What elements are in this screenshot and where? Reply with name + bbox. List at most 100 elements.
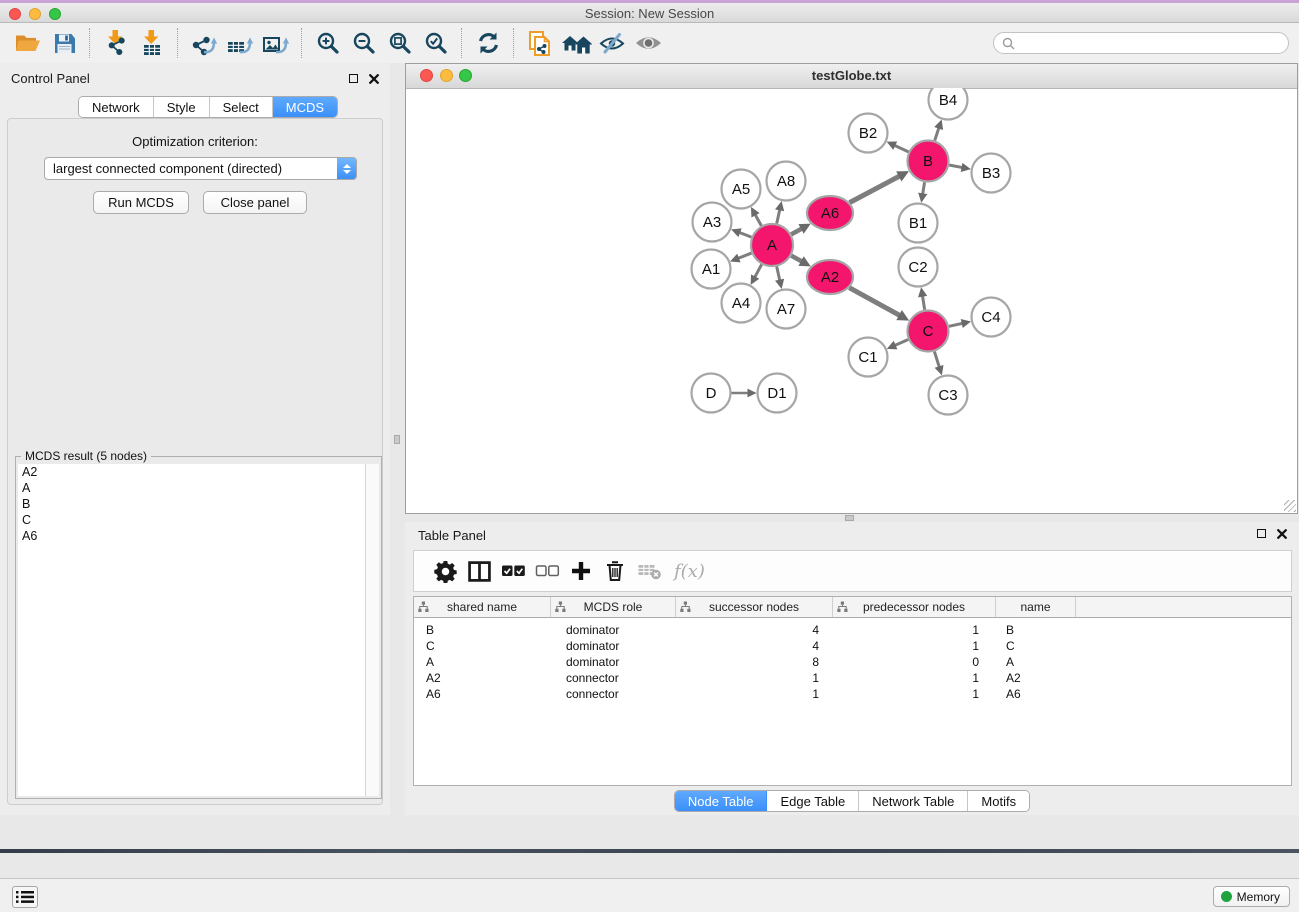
table-cell[interactable]: B bbox=[996, 623, 1076, 637]
save-session-button[interactable] bbox=[46, 27, 82, 59]
graph-node-C1[interactable]: C1 bbox=[849, 338, 888, 377]
graph-edge-A-A7[interactable] bbox=[775, 266, 784, 288]
result-scrollbar[interactable] bbox=[365, 464, 379, 796]
tab-mcds[interactable]: MCDS bbox=[273, 97, 337, 117]
memory-button[interactable]: Memory bbox=[1213, 886, 1290, 907]
search-box[interactable] bbox=[993, 32, 1289, 54]
table-cell[interactable]: 0 bbox=[833, 655, 996, 669]
graph-edge-B-B2[interactable] bbox=[887, 141, 909, 151]
mcds-result-list[interactable]: A2ABCA6 bbox=[18, 464, 366, 796]
network-window-titlebar[interactable]: testGlobe.txt bbox=[406, 64, 1297, 89]
tab-network-table[interactable]: Network Table bbox=[859, 791, 968, 811]
table-cell[interactable]: 1 bbox=[833, 623, 996, 637]
table-row[interactable]: Adominator80A bbox=[414, 654, 1291, 670]
eye-button[interactable] bbox=[630, 27, 666, 59]
graph-node-B2[interactable]: B2 bbox=[849, 114, 888, 153]
run-mcds-button[interactable]: Run MCDS bbox=[93, 191, 189, 214]
graph-edge-C-C2[interactable] bbox=[918, 287, 927, 310]
network-graph-canvas[interactable]: AA1A2A3A4A5A6A7A8BB1B2B3B4CC1C2C3C4DD1 bbox=[406, 88, 1297, 513]
result-item[interactable]: C bbox=[18, 512, 366, 528]
zoom-in-button[interactable] bbox=[310, 27, 346, 59]
delete-table-button[interactable] bbox=[632, 554, 666, 588]
table-cell[interactable]: C bbox=[414, 639, 551, 653]
graph-edge-C-C4[interactable] bbox=[949, 319, 971, 328]
graph-edge-A2-C[interactable] bbox=[849, 288, 909, 321]
table-cell[interactable]: 1 bbox=[676, 687, 833, 701]
float-table-panel-button[interactable] bbox=[1255, 527, 1268, 540]
table-cell[interactable]: 1 bbox=[676, 671, 833, 685]
graph-edge-A-A3[interactable] bbox=[731, 228, 751, 237]
zoom-selected-button[interactable] bbox=[418, 27, 454, 59]
table-cell[interactable]: 1 bbox=[833, 687, 996, 701]
table-cell[interactable]: A bbox=[414, 655, 551, 669]
graph-edge-A-A6[interactable] bbox=[791, 224, 810, 235]
graph-node-B3[interactable]: B3 bbox=[972, 154, 1011, 193]
refresh-button[interactable] bbox=[470, 27, 506, 59]
export-image-button[interactable] bbox=[258, 27, 294, 59]
column-header-shared-name[interactable]: shared name bbox=[414, 597, 551, 617]
graph-edge-A-A1[interactable] bbox=[730, 253, 751, 262]
table-cell[interactable]: dominator bbox=[551, 623, 676, 637]
graph-node-A6[interactable]: A6 bbox=[807, 196, 853, 230]
search-input[interactable] bbox=[1020, 35, 1288, 51]
import-network-button[interactable] bbox=[98, 27, 134, 59]
graph-node-C3[interactable]: C3 bbox=[929, 376, 968, 415]
column-header-name[interactable]: name bbox=[996, 597, 1076, 617]
table-row[interactable]: Bdominator41B bbox=[414, 622, 1291, 638]
graph-edge-C-C3[interactable] bbox=[934, 352, 943, 376]
tab-style[interactable]: Style bbox=[154, 97, 210, 117]
import-table-button[interactable] bbox=[134, 27, 170, 59]
tab-network[interactable]: Network bbox=[79, 97, 154, 117]
column-header-predecessor-nodes[interactable]: predecessor nodes bbox=[833, 597, 996, 617]
graph-edge-A-A8[interactable] bbox=[775, 201, 784, 223]
graph-node-A3[interactable]: A3 bbox=[693, 203, 732, 242]
function-builder-button[interactable]: f(x) bbox=[674, 561, 705, 582]
zoom-out-button[interactable] bbox=[346, 27, 382, 59]
delete-button[interactable] bbox=[598, 554, 632, 588]
add-button[interactable] bbox=[564, 554, 598, 588]
zoom-fit-button[interactable] bbox=[382, 27, 418, 59]
graph-node-A[interactable]: A bbox=[751, 224, 793, 266]
table-cell[interactable]: 4 bbox=[676, 623, 833, 637]
table-cell[interactable]: B bbox=[414, 623, 551, 637]
graph-node-D1[interactable]: D1 bbox=[758, 374, 797, 413]
table-cell[interactable]: C bbox=[996, 639, 1076, 653]
result-item[interactable]: B bbox=[18, 496, 366, 512]
settings-button[interactable] bbox=[428, 554, 462, 588]
tab-select[interactable]: Select bbox=[210, 97, 273, 117]
table-cell[interactable]: dominator bbox=[551, 655, 676, 669]
graph-node-D[interactable]: D bbox=[692, 374, 731, 413]
table-row[interactable]: Cdominator41C bbox=[414, 638, 1291, 654]
table-cell[interactable]: A bbox=[996, 655, 1076, 669]
result-item[interactable]: A2 bbox=[18, 464, 366, 480]
copy-network-button[interactable] bbox=[522, 27, 558, 59]
select-all-button[interactable] bbox=[496, 554, 530, 588]
criterion-dropdown[interactable]: largest connected component (directed) bbox=[44, 157, 357, 180]
close-table-panel-button[interactable] bbox=[1275, 527, 1288, 540]
tab-node-table[interactable]: Node Table bbox=[675, 791, 768, 811]
table-cell[interactable]: 1 bbox=[833, 639, 996, 653]
houses-button[interactable] bbox=[558, 27, 594, 59]
tab-motifs[interactable]: Motifs bbox=[968, 791, 1029, 811]
result-item[interactable]: A6 bbox=[18, 528, 366, 544]
table-cell[interactable]: A2 bbox=[414, 671, 551, 685]
horizontal-split-divider[interactable] bbox=[405, 514, 1299, 522]
table-cell[interactable]: A6 bbox=[996, 687, 1076, 701]
tab-edge-table[interactable]: Edge Table bbox=[767, 791, 859, 811]
table-cell[interactable]: A2 bbox=[996, 671, 1076, 685]
graph-node-A2[interactable]: A2 bbox=[807, 260, 853, 294]
deselect-all-button[interactable] bbox=[530, 554, 564, 588]
export-network-button[interactable] bbox=[186, 27, 222, 59]
columns-button[interactable] bbox=[462, 554, 496, 588]
graph-node-B[interactable]: B bbox=[908, 141, 949, 182]
graph-edge-A-A2[interactable] bbox=[791, 256, 810, 267]
graph-edge-A6-B[interactable] bbox=[850, 171, 909, 203]
table-cell[interactable]: 8 bbox=[676, 655, 833, 669]
graph-edge-B-B4[interactable] bbox=[934, 119, 943, 140]
table-cell[interactable]: 4 bbox=[676, 639, 833, 653]
table-row[interactable]: A6connector11A6 bbox=[414, 686, 1291, 702]
result-item[interactable]: A bbox=[18, 480, 366, 496]
graph-node-A8[interactable]: A8 bbox=[767, 162, 806, 201]
task-history-button[interactable] bbox=[12, 886, 38, 908]
graph-edge-D-D1[interactable] bbox=[732, 389, 757, 398]
